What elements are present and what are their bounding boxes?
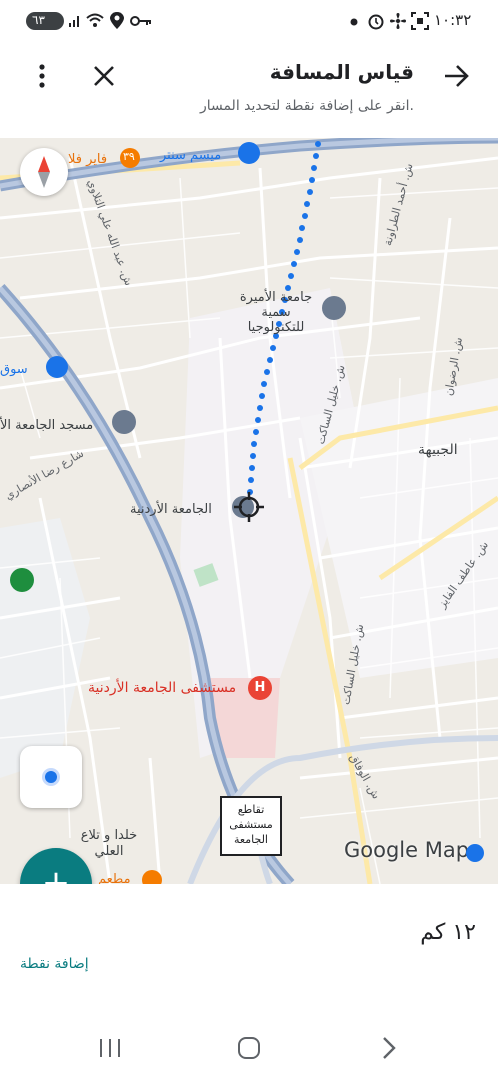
fire-fly-number: ٣٩ bbox=[123, 150, 135, 163]
key-icon bbox=[130, 16, 151, 26]
map-view[interactable]: فاير فلا ٣٩ ميسم سنتر جامعة الأميرة سمية… bbox=[0, 138, 498, 884]
add-point-link[interactable]: إضافة نقطة bbox=[20, 956, 89, 972]
fire-fly-label: فاير فلا bbox=[68, 152, 108, 167]
back-button[interactable] bbox=[442, 62, 472, 90]
google-maps-logo: Google Maps bbox=[344, 838, 480, 862]
restaurant-pin[interactable] bbox=[142, 870, 162, 884]
hospital-label: مستشفى الجامعة الأردنية bbox=[88, 680, 237, 696]
mosque-label: مسجد الجامعة الأ bbox=[0, 418, 94, 433]
page-subtitle: انقر على إضافة نقطة لتحديد المسار. bbox=[199, 98, 414, 114]
hospital-pin[interactable]: H bbox=[248, 676, 272, 700]
khalda-label: خلدا و تلاع العلي bbox=[80, 828, 138, 859]
alarm-icon bbox=[368, 14, 384, 30]
signal-icon bbox=[69, 16, 79, 27]
mosque-pin[interactable] bbox=[112, 410, 136, 434]
mecca-center-label: ميسم سنتر bbox=[160, 148, 222, 163]
app-header: قياس المسافة انقر على إضافة نقطة لتحديد … bbox=[0, 44, 498, 138]
restaurant-label: مطعم bbox=[98, 872, 131, 884]
screenshot-icon bbox=[411, 12, 429, 30]
compass-icon bbox=[38, 156, 50, 188]
back-icon[interactable] bbox=[378, 1036, 398, 1060]
location-icon bbox=[110, 12, 124, 29]
university-label: الجامعة الأردنية bbox=[130, 502, 212, 517]
close-button[interactable] bbox=[90, 62, 118, 90]
battery-icon: ٦٣ bbox=[26, 12, 64, 30]
souq-pin[interactable] bbox=[46, 356, 68, 378]
fan-icon bbox=[390, 13, 406, 29]
my-location-icon bbox=[42, 768, 60, 786]
mecca-center-pin[interactable] bbox=[238, 142, 260, 164]
green-pin[interactable] bbox=[10, 568, 34, 592]
jubeiha-label: الجبيهة bbox=[418, 442, 458, 458]
home-icon[interactable] bbox=[237, 1036, 261, 1060]
crosshair-icon bbox=[234, 492, 264, 522]
bottom-sheet: ١٢ كم إضافة نقطة bbox=[0, 884, 498, 1014]
more-vert-icon bbox=[39, 64, 45, 88]
my-location-button[interactable] bbox=[20, 746, 82, 808]
status-bar: ٦٣ ١٠:٣٢ bbox=[0, 0, 498, 44]
distance-value: ١٢ كم bbox=[420, 920, 476, 945]
arrow-forward-icon bbox=[445, 65, 469, 87]
compass-button[interactable] bbox=[20, 148, 68, 196]
more-options-button[interactable] bbox=[28, 60, 56, 92]
logo-pin bbox=[466, 844, 484, 862]
battery-level: ٦٣ bbox=[32, 13, 45, 27]
intersection-label: تقاطع مستشفى الجامعة bbox=[229, 803, 273, 846]
sumaya-pin[interactable] bbox=[322, 296, 346, 320]
sumaya-label: جامعة الأميرة سمية للتكنولوجيا bbox=[239, 290, 313, 335]
recents-icon[interactable] bbox=[98, 1038, 122, 1058]
souq-label: سوق bbox=[0, 362, 28, 377]
dot-icon bbox=[350, 18, 358, 26]
wifi-icon bbox=[86, 13, 104, 27]
page-title: قياس المسافة bbox=[269, 60, 414, 84]
intersection-label-box: تقاطع مستشفى الجامعة bbox=[220, 796, 282, 856]
system-nav-bar bbox=[0, 1014, 498, 1080]
close-icon bbox=[94, 66, 114, 86]
clock: ١٠:٣٢ bbox=[434, 11, 472, 29]
